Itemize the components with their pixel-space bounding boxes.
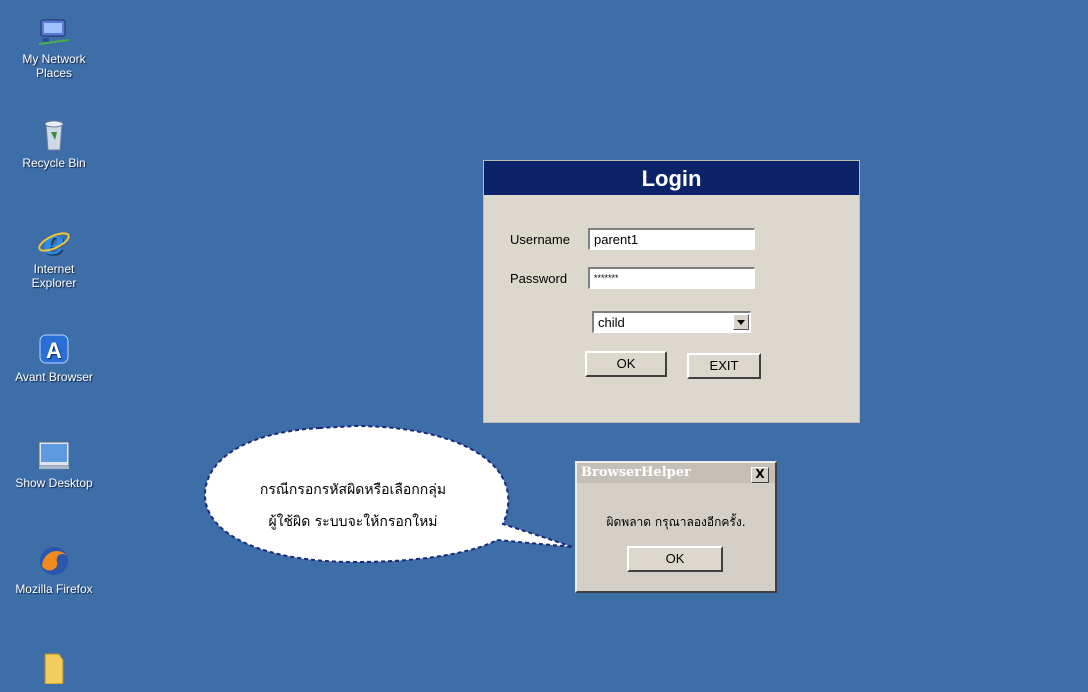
password-input[interactable]: *******	[588, 267, 755, 289]
dialog-message: ผิดพลาด กรุณาลองอีกครั้ง.	[606, 515, 746, 529]
icon-label: Explorer	[31, 276, 77, 290]
internet-explorer-icon: e	[37, 223, 71, 263]
firefox-icon	[37, 544, 71, 578]
chevron-down-icon[interactable]	[733, 314, 749, 330]
desktop: My Network Places Recycle Bin e Internet…	[0, 0, 1088, 692]
ok-button[interactable]: OK	[585, 351, 667, 377]
desktop-icon-recycle-bin[interactable]: Recycle Bin	[0, 118, 108, 170]
avant-browser-icon: A	[37, 332, 71, 366]
desktop-icon-network-places[interactable]: My Network Places	[0, 14, 108, 80]
callout-line-2: ผู้ใช้ผิด ระบบจะให้กรอกใหม่	[268, 514, 438, 530]
svg-text:e: e	[43, 224, 65, 258]
network-places-icon	[37, 14, 71, 48]
icon-label: My Network	[22, 52, 86, 66]
folder-icon	[37, 650, 71, 685]
svg-text:A: A	[46, 338, 62, 363]
login-title: Login	[484, 161, 859, 195]
close-icon[interactable]: X	[751, 467, 769, 483]
desktop-icon-show-desktop[interactable]: Show Desktop	[0, 438, 108, 490]
icon-label: Recycle Bin	[22, 156, 86, 170]
desktop-icon-avant-browser[interactable]: A Avant Browser	[0, 332, 108, 384]
icon-label: Show Desktop	[15, 476, 93, 490]
exit-button[interactable]: EXIT	[687, 353, 761, 379]
icon-label: Internet	[33, 262, 75, 276]
username-label: Username	[510, 232, 570, 247]
icon-label: Places	[35, 66, 73, 80]
group-select-value: child	[598, 315, 625, 330]
icon-label: Avant Browser	[15, 370, 93, 384]
desktop-icon-firefox[interactable]: Mozilla Firefox	[0, 544, 108, 596]
desktop-icon-folder[interactable]	[0, 650, 108, 688]
dialog-ok-button[interactable]: OK	[627, 546, 723, 572]
login-window: Login Username parent1 Password ******* …	[484, 161, 859, 422]
group-select[interactable]: child	[592, 311, 751, 333]
callout-line-1: กรณีกรอกรหัสผิดหรือเลือกกลุ่ม	[259, 482, 447, 498]
icon-label: Mozilla Firefox	[15, 582, 93, 596]
password-label: Password	[510, 271, 568, 286]
desktop-icon-internet-explorer[interactable]: e Internet Explorer	[0, 223, 108, 290]
username-input[interactable]: parent1	[588, 228, 755, 250]
error-dialog: BrowserHelper X ผิดพลาด กรุณาลองอีกครั้ง…	[575, 461, 777, 593]
show-desktop-icon	[37, 438, 71, 472]
dialog-title: BrowserHelper	[577, 463, 775, 483]
recycle-bin-icon	[37, 118, 71, 152]
